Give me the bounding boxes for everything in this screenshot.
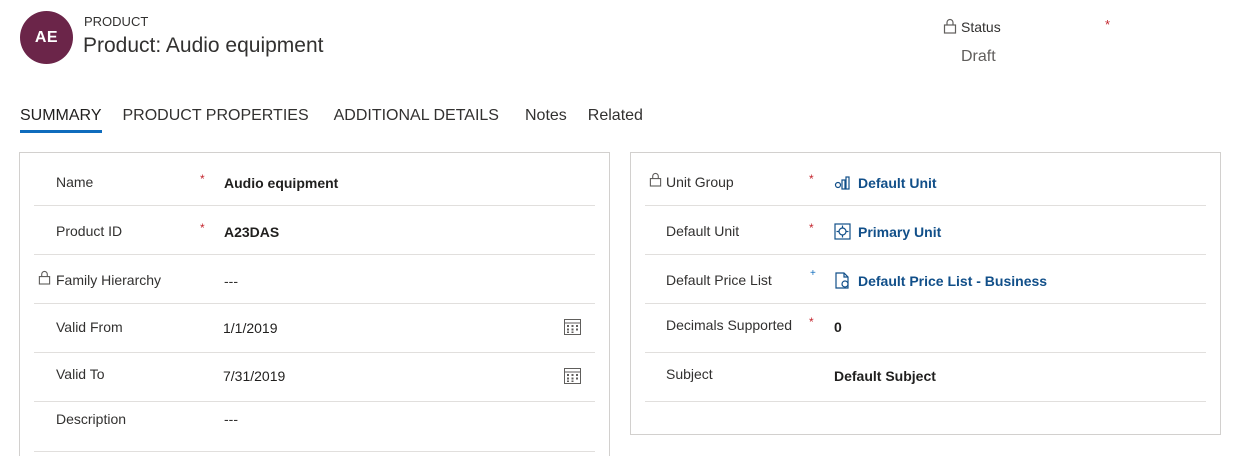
field-label: Valid To xyxy=(56,366,105,382)
field-label: Subject xyxy=(666,366,713,382)
required-marker: * xyxy=(809,172,814,186)
lock-icon xyxy=(943,18,957,34)
field-decimals-supported[interactable]: Decimals Supported * 0 xyxy=(645,304,1206,353)
status-value: Draft xyxy=(961,48,996,65)
field-description[interactable]: Description --- xyxy=(34,402,595,452)
field-label: Default Unit xyxy=(666,223,740,239)
entity-type-label: PRODUCT xyxy=(84,14,149,29)
required-marker: * xyxy=(809,221,814,235)
field-label: Default Price List xyxy=(666,272,772,288)
unit-section: Unit Group * Default Unit Default Unit *… xyxy=(630,152,1221,435)
valid-from-value[interactable]: 1/1/2019 xyxy=(223,320,278,336)
unit-icon xyxy=(834,223,851,240)
description-value[interactable]: --- xyxy=(224,411,238,427)
subject-value[interactable]: Default Subject xyxy=(834,368,936,384)
field-name[interactable]: Name * Audio equipment xyxy=(34,157,595,206)
calendar-icon[interactable] xyxy=(564,318,581,335)
general-section: Name * Audio equipment Product ID * A23D… xyxy=(19,152,610,456)
tab-summary[interactable]: SUMMARY xyxy=(20,106,102,134)
field-label: Unit Group xyxy=(666,174,734,190)
field-family-hierarchy[interactable]: Family Hierarchy --- xyxy=(34,255,595,304)
field-label: Product ID xyxy=(56,223,123,239)
lock-icon xyxy=(38,270,51,285)
field-default-unit[interactable]: Default Unit * Primary Unit xyxy=(645,206,1206,255)
recommended-marker: + xyxy=(810,268,816,279)
field-valid-to[interactable]: Valid To 7/31/2019 xyxy=(34,353,595,402)
price-list-icon xyxy=(835,272,849,289)
field-unit-group[interactable]: Unit Group * Default Unit xyxy=(645,157,1206,206)
tab-product-properties[interactable]: PRODUCT PROPERTIES xyxy=(123,106,309,134)
valid-to-value[interactable]: 7/31/2019 xyxy=(223,368,285,384)
decimals-supported-value[interactable]: 0 xyxy=(834,319,842,335)
status-field[interactable]: Status * Draft xyxy=(943,17,1123,67)
tab-notes[interactable]: Notes xyxy=(525,106,567,134)
calendar-icon[interactable] xyxy=(564,367,581,384)
field-label: Description xyxy=(56,411,127,427)
field-default-price-list[interactable]: Default Price List + Default Price List … xyxy=(645,255,1206,304)
required-marker: * xyxy=(1105,17,1111,32)
lock-icon xyxy=(649,172,662,187)
field-label: Family Hierarchy xyxy=(56,272,162,288)
name-value[interactable]: Audio equipment xyxy=(224,175,338,191)
default-price-list-link[interactable]: Default Price List - Business xyxy=(858,273,1047,289)
field-valid-from[interactable]: Valid From 1/1/2019 xyxy=(34,304,595,353)
status-label: Status xyxy=(961,19,1001,35)
field-label: Name xyxy=(56,174,94,190)
required-marker: * xyxy=(809,315,814,329)
required-marker: * xyxy=(200,221,205,235)
field-subject[interactable]: Subject Default Subject xyxy=(645,353,1206,402)
field-label: Decimals Supported xyxy=(666,317,793,333)
tab-bar: SUMMARY PRODUCT PROPERTIES ADDITIONAL DE… xyxy=(20,106,668,134)
unit-group-icon xyxy=(834,176,850,190)
required-marker: * xyxy=(200,172,205,186)
avatar: AE xyxy=(20,11,73,64)
unit-group-link[interactable]: Default Unit xyxy=(858,175,937,191)
product-id-value[interactable]: A23DAS xyxy=(224,224,279,240)
field-product-id[interactable]: Product ID * A23DAS xyxy=(34,206,595,255)
family-hierarchy-value: --- xyxy=(224,273,238,289)
tab-related[interactable]: Related xyxy=(588,106,643,134)
tab-additional-details[interactable]: ADDITIONAL DETAILS xyxy=(334,106,499,134)
page-title: Product: Audio equipment xyxy=(83,34,324,57)
default-unit-link[interactable]: Primary Unit xyxy=(858,224,941,240)
field-label: Valid From xyxy=(56,319,123,335)
